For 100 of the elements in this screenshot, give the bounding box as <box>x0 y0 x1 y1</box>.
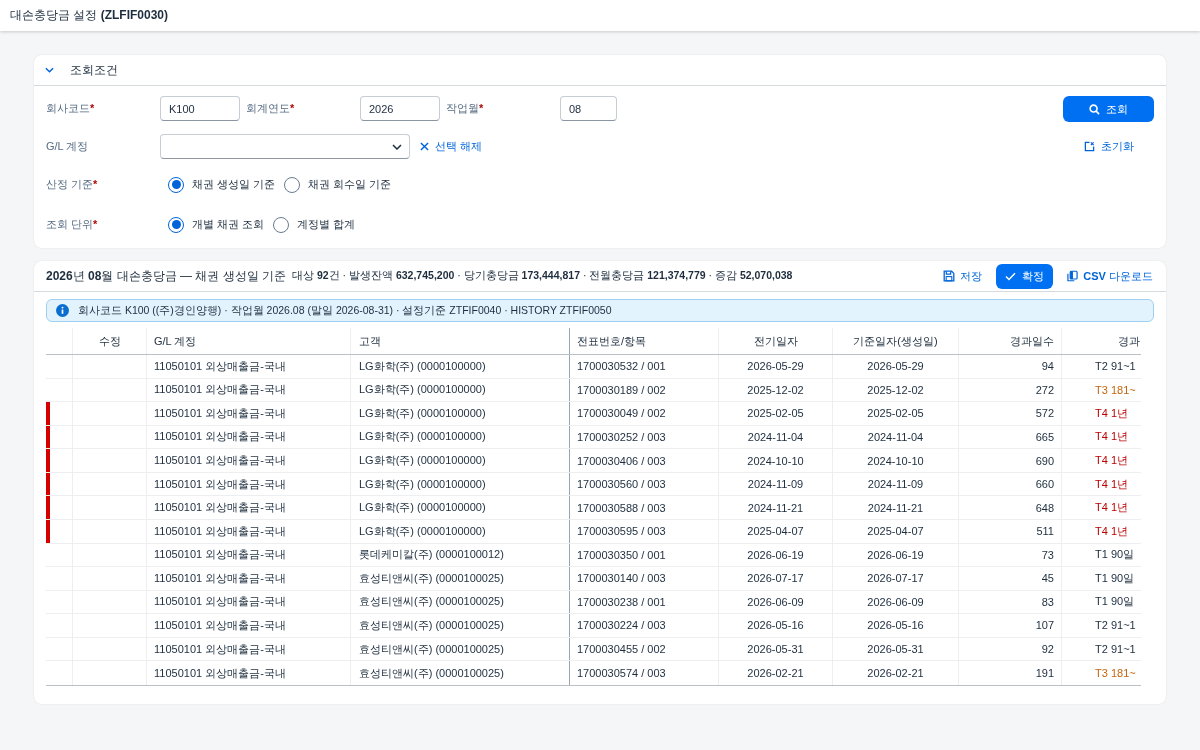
radio-button[interactable] <box>168 176 184 193</box>
table-cell: T1 90일 <box>1095 570 1135 586</box>
chevron-down-icon[interactable] <box>45 67 54 73</box>
table-cell: 2024-10-10 <box>747 454 804 467</box>
table-cell: 2026-05-16 <box>747 619 804 632</box>
table-cell: 92 <box>1041 643 1054 656</box>
table-cell: 45 <box>1041 572 1054 585</box>
table-cell: 648 <box>1035 501 1054 514</box>
table-cell: 660 <box>1035 478 1054 491</box>
table-cell: T2 91~1 <box>1095 643 1136 656</box>
table-cell: 11050101 외상매출금-국내 <box>154 641 286 657</box>
dropdown-field[interactable] <box>160 134 410 159</box>
radio-button[interactable] <box>273 216 290 233</box>
table-cell: T4 1년 <box>1095 476 1128 492</box>
input-field[interactable]: 08 <box>560 96 617 121</box>
table-cell: 11050101 외상매출금-국내 <box>154 453 286 469</box>
csv-download-button[interactable]: CSV 다운로드 <box>1067 268 1153 284</box>
reset-link[interactable]: 초기화 <box>1083 139 1134 154</box>
table-cell: LG화학(주) (0000100000) <box>359 405 486 421</box>
confirm-button[interactable]: 확정 <box>996 263 1054 289</box>
table-cell: 1700030560 / 003 <box>577 478 666 491</box>
column-header: 고객 <box>359 333 381 349</box>
table-cell: 11050101 외상매출금-국내 <box>154 570 286 586</box>
table-cell: 1700030252 / 003 <box>577 430 666 443</box>
table-cell: 107 <box>1035 619 1054 632</box>
save-icon <box>943 270 956 282</box>
table-cell: T4 1년 <box>1095 453 1128 469</box>
table-cell: 효성티앤씨(주) (0000100025) <box>359 641 504 657</box>
search-icon <box>1089 103 1100 115</box>
table-cell: 2026-05-31 <box>867 643 924 656</box>
table-cell: 11050101 외상매출금-국내 <box>154 665 286 681</box>
table-cell: 1700030049 / 002 <box>577 407 666 420</box>
table-cell: LG화학(주) (0000100000) <box>359 358 486 374</box>
table-cell: 11050101 외상매출금-국내 <box>154 594 286 610</box>
table-cell: 1700030588 / 003 <box>577 501 666 514</box>
page-title: 대손충당금 설정 (ZLFIF0030) <box>10 7 168 24</box>
column-header: G/L 계정 <box>154 333 197 349</box>
table-cell: 2026-06-09 <box>867 595 924 608</box>
column-header: 수정 <box>98 333 121 349</box>
radio-label: 계정별 합계 <box>297 217 356 232</box>
table-cell: 11050101 외상매출금-국내 <box>154 547 286 563</box>
save-button[interactable]: 저장 <box>943 268 983 284</box>
table-cell: T1 90일 <box>1095 594 1135 610</box>
table-cell: 11050101 외상매출금-국내 <box>154 500 286 516</box>
table-cell: T4 1년 <box>1095 500 1128 516</box>
column-header: 경과일수 <box>1010 333 1054 349</box>
table-cell: 73 <box>1041 548 1054 561</box>
table-cell: 11050101 외상매출금-국내 <box>154 358 286 374</box>
radio-button[interactable] <box>168 216 184 233</box>
table-cell: 2024-11-21 <box>747 501 804 514</box>
table-cell: T2 91~1 <box>1095 619 1136 632</box>
table-cell: 1700030224 / 003 <box>577 619 666 632</box>
table-cell: T2 91~1 <box>1095 360 1136 373</box>
input-field[interactable]: 2026 <box>360 96 440 121</box>
table-cell: 2024-10-10 <box>867 454 924 467</box>
table-cell: 191 <box>1035 667 1054 680</box>
table-cell: 2025-04-07 <box>747 525 804 538</box>
table-cell: 1700030189 / 002 <box>577 383 666 396</box>
info-text: 회사코드 K100 ((주)경인양행) · 작업월 2026.08 (말일 2026-08-31) · 설정기준 ZTFIF0040 · HISTORY ZTFIF0050 <box>78 303 612 318</box>
table-cell: 11050101 외상매출금-국내 <box>154 382 286 398</box>
info-icon <box>56 304 69 317</box>
table-cell: 1700030532 / 001 <box>577 360 666 373</box>
column-header: 경과 <box>1118 333 1140 349</box>
table-cell: 2026-05-29 <box>747 360 804 373</box>
table-cell: 2024-11-09 <box>747 478 804 491</box>
table-cell: 1700030595 / 003 <box>577 525 666 538</box>
table-cell: 2025-02-05 <box>747 407 804 420</box>
table-cell: 1700030350 / 001 <box>577 548 666 561</box>
table-cell: 2025-04-07 <box>867 525 924 538</box>
table-cell: 572 <box>1035 407 1054 420</box>
table-cell: 2026-07-17 <box>747 572 804 585</box>
table-cell: 2026-05-16 <box>867 619 924 632</box>
table-cell: LG화학(주) (0000100000) <box>359 500 486 516</box>
table-cell: 11050101 외상매출금-국내 <box>154 476 286 492</box>
table-cell: 2026-02-21 <box>867 667 924 680</box>
table-cell: 효성티앤씨(주) (0000100025) <box>359 665 504 681</box>
field-label: 회계연도* <box>246 101 296 116</box>
radio-button[interactable] <box>284 176 301 193</box>
table-cell: T3 181~ <box>1095 383 1136 396</box>
field-label: 작업월* <box>446 101 485 116</box>
field-label: 회사코드* <box>46 101 96 116</box>
table-cell: 1700030574 / 003 <box>577 667 666 680</box>
table-cell: 2026-06-19 <box>747 548 804 561</box>
table-cell: T4 1년 <box>1095 429 1128 445</box>
search-button[interactable]: 조회 <box>1063 96 1154 122</box>
table-cell: 83 <box>1041 595 1054 608</box>
table-cell: 2026-05-31 <box>747 643 804 656</box>
table-cell: 1700030238 / 001 <box>577 595 666 608</box>
table-cell: 효성티앤씨(주) (0000100025) <box>359 594 504 610</box>
radio-label: 개별 채권 조회 <box>192 217 265 232</box>
table-cell: T4 1년 <box>1095 523 1128 539</box>
table-cell: LG화학(주) (0000100000) <box>359 453 486 469</box>
input-field[interactable]: K100 <box>160 96 240 121</box>
table-cell: 1700030140 / 003 <box>577 572 666 585</box>
table-cell: 2024-11-21 <box>867 501 924 514</box>
clear-selection-link[interactable]: 선택 해제 <box>420 139 483 154</box>
table-cell: 690 <box>1035 454 1054 467</box>
table-cell: 2025-12-02 <box>747 383 804 396</box>
radio-label: 채권 회수일 기준 <box>308 177 392 192</box>
check-icon <box>1005 271 1017 281</box>
